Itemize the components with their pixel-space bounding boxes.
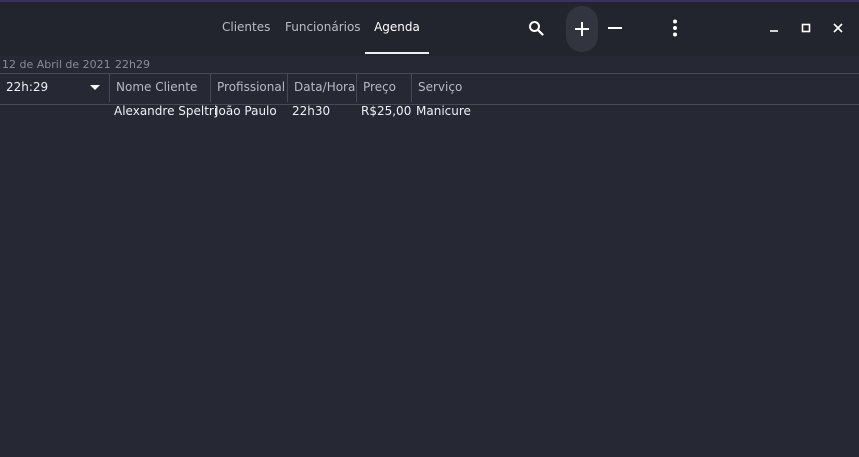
remove-button[interactable] xyxy=(601,14,629,42)
column-header-preco[interactable]: Preço xyxy=(363,74,396,102)
minimize-button[interactable] xyxy=(764,18,784,38)
tab-clientes[interactable]: Clientes xyxy=(222,2,270,52)
more-icon xyxy=(673,19,677,37)
column-header-profissional[interactable]: Profissional xyxy=(217,74,285,102)
time-filter-dropdown[interactable]: 22h:29 xyxy=(0,74,109,102)
current-time: 22h29 xyxy=(115,58,150,71)
column-header-data-hora[interactable]: Data/Hora xyxy=(294,74,355,102)
cell-servico: Manicure xyxy=(416,104,471,118)
close-icon xyxy=(833,23,843,33)
search-icon xyxy=(529,21,544,36)
search-button[interactable] xyxy=(522,14,550,42)
column-divider xyxy=(356,74,357,102)
time-filter-value: 22h:29 xyxy=(6,80,49,94)
date-time-bar: 12 de Abril de 2021 22h29 xyxy=(0,56,859,73)
table-row[interactable]: Alexandre Speltri João Paulo 22h30 R$25,… xyxy=(0,103,859,121)
current-date: 12 de Abril de 2021 xyxy=(2,58,111,71)
column-header-servico[interactable]: Serviço xyxy=(418,74,462,102)
maximize-icon xyxy=(801,23,811,33)
header-bar: Clientes Funcionários Agenda xyxy=(0,2,859,56)
column-divider xyxy=(210,74,211,102)
menu-button[interactable] xyxy=(661,14,689,42)
add-icon xyxy=(575,22,589,36)
add-button[interactable] xyxy=(566,6,598,52)
column-divider xyxy=(287,74,288,102)
cell-profissional: João Paulo xyxy=(215,104,277,118)
maximize-button[interactable] xyxy=(796,18,816,38)
cell-nome-cliente: Alexandre Speltri xyxy=(114,104,218,118)
tab-funcionarios[interactable]: Funcionários xyxy=(285,2,361,52)
column-header-nome-cliente[interactable]: Nome Cliente xyxy=(116,74,197,102)
remove-icon xyxy=(608,27,622,29)
cell-preco: R$25,00 xyxy=(361,104,412,118)
tab-agenda[interactable]: Agenda xyxy=(365,2,429,52)
cell-data-hora: 22h30 xyxy=(292,104,331,118)
chevron-down-icon xyxy=(90,85,100,90)
active-tab-indicator xyxy=(365,52,429,54)
column-divider xyxy=(109,74,110,102)
table-header: 22h:29 Nome Cliente Profissional Data/Ho… xyxy=(0,73,859,105)
column-divider xyxy=(411,74,412,102)
minimize-icon xyxy=(770,30,778,32)
close-button[interactable] xyxy=(828,18,848,38)
